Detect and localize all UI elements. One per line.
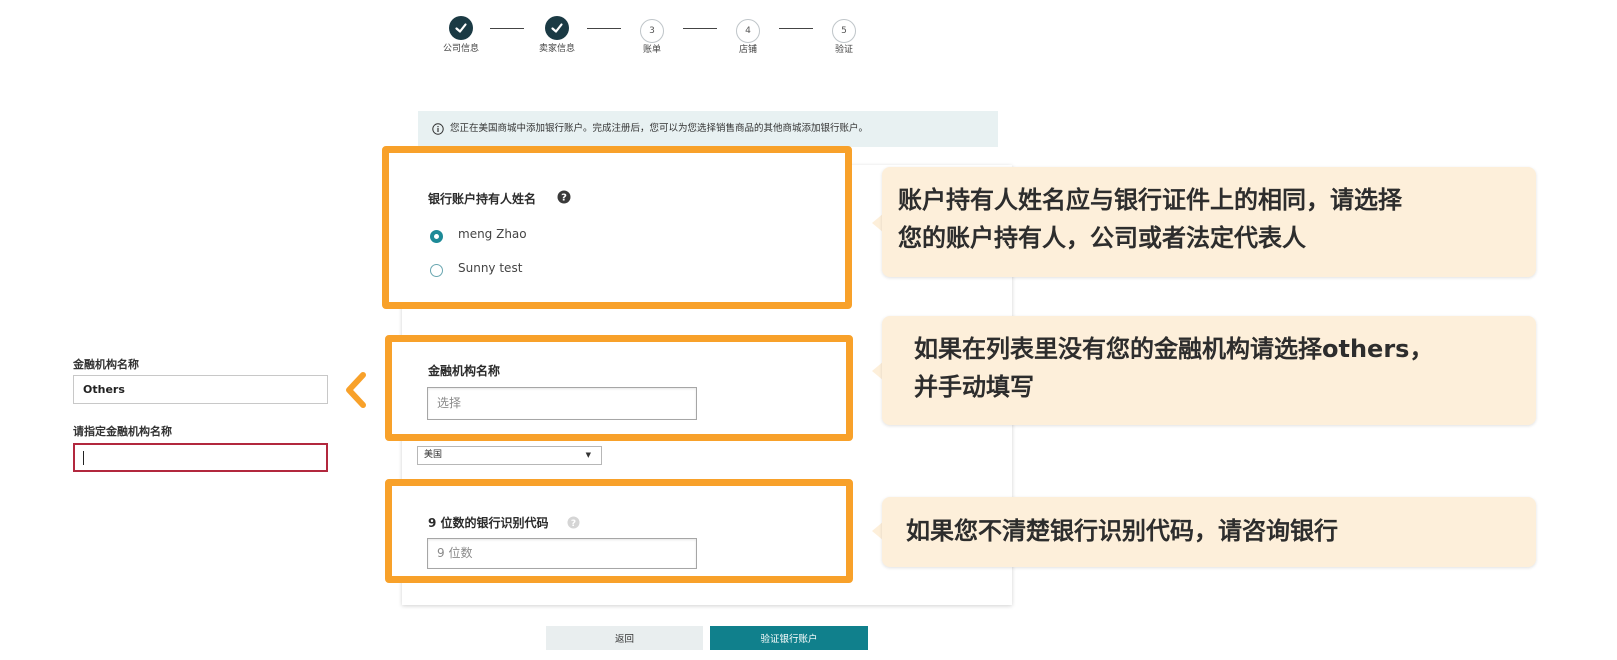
side-institution-input[interactable]: Others: [73, 375, 328, 404]
info-banner-text: 您正在美国商城中添加银行账户。完成注册后，您可以为您选择销售商品的其他商城添加银…: [450, 123, 869, 134]
svg-text:?: ?: [561, 193, 567, 204]
step-connector: [490, 28, 524, 29]
step-2-label: 卖家信息: [538, 44, 575, 54]
step-4-number: 4: [745, 26, 751, 36]
radio-label-sunny-test: Sunny test: [458, 261, 523, 275]
radio-meng-zhao[interactable]: [430, 230, 443, 243]
routing-callout: 如果您不清楚银行识别代码，请咨询银行: [882, 497, 1536, 567]
radio-sunny-test[interactable]: [430, 264, 443, 277]
account-holder-title: 银行账户持有人姓名: [428, 190, 536, 207]
routing-number-input[interactable]: 9 位数: [427, 538, 697, 569]
routing-number-title: 9 位数的银行识别代码: [428, 516, 549, 530]
financial-institution-title: 金融机构名称: [428, 364, 501, 378]
account-holder-section: 银行账户持有人姓名 ? meng Zhao Sunny test: [382, 146, 852, 309]
step-connector: [683, 28, 717, 29]
step-connector: [587, 28, 621, 29]
financial-institution-placeholder: 选择: [437, 396, 462, 410]
holder-name-callout: 账户持有人姓名应与银行证件上的相同，请选择 您的账户持有人，公司或者法定代表人: [882, 167, 1536, 277]
step-4: 4: [736, 19, 760, 43]
country-select[interactable]: 美国 ▼: [417, 446, 602, 465]
chevron-left-icon: [346, 372, 366, 408]
back-button[interactable]: 返回: [546, 626, 703, 650]
step-3: 3: [640, 19, 664, 43]
text-cursor: [83, 451, 84, 465]
step-1-label: 公司信息: [442, 44, 479, 54]
routing-number-placeholder: 9 位数: [437, 546, 473, 560]
check-icon: [551, 23, 563, 33]
step-3-number: 3: [649, 26, 655, 36]
side-institution-label: 金融机构名称: [73, 358, 139, 371]
routing-number-section: 9 位数的银行识别代码 ? 9 位数: [385, 479, 853, 583]
side-institution-value: Others: [83, 383, 125, 396]
side-specify-input[interactable]: [73, 443, 328, 472]
step-1-complete: [449, 16, 473, 40]
info-icon: [432, 123, 444, 135]
institution-callout: 如果在列表里没有您的金融机构请选择others， 并手动填写: [882, 316, 1536, 425]
caret-down-icon: ▼: [585, 451, 591, 459]
account-holder-title-text: 银行账户持有人姓名: [428, 192, 537, 206]
verify-bank-account-button[interactable]: 验证银行账户: [710, 626, 868, 650]
step-2-complete: [545, 16, 569, 40]
side-specify-label: 请指定金融机构名称: [73, 425, 172, 438]
holder-callout-line1: 账户持有人姓名应与银行证件上的相同，请选择: [898, 186, 1402, 214]
holder-callout-line2: 您的账户持有人，公司或者法定代表人: [898, 224, 1306, 252]
country-select-value: 美国: [424, 450, 443, 460]
question-circle-icon[interactable]: ?: [557, 190, 571, 204]
info-banner: 您正在美国商城中添加银行账户。完成注册后，您可以为您选择销售商品的其他商城添加银…: [418, 111, 998, 147]
step-5-number: 5: [841, 26, 847, 36]
financial-institution-section: 金融机构名称 选择: [385, 335, 853, 441]
step-5: 5: [832, 19, 856, 43]
routing-callout-text: 如果您不清楚银行识别代码，请咨询银行: [906, 517, 1338, 545]
institution-callout-line2: 并手动填写: [914, 373, 1034, 401]
back-button-label: 返回: [614, 634, 634, 645]
question-circle-icon[interactable]: ?: [567, 516, 580, 529]
step-3-label: 账单: [642, 45, 661, 55]
radio-label-meng-zhao: meng Zhao: [458, 227, 527, 241]
svg-text:?: ?: [571, 519, 576, 529]
check-icon: [455, 23, 467, 33]
step-5-label: 验证: [834, 45, 853, 55]
step-4-label: 店铺: [738, 45, 757, 55]
step-connector: [779, 28, 813, 29]
verify-button-label: 验证银行账户: [760, 634, 818, 645]
institution-callout-line1: 如果在列表里没有您的金融机构请选择others，: [914, 335, 1434, 363]
financial-institution-input[interactable]: 选择: [427, 387, 697, 420]
